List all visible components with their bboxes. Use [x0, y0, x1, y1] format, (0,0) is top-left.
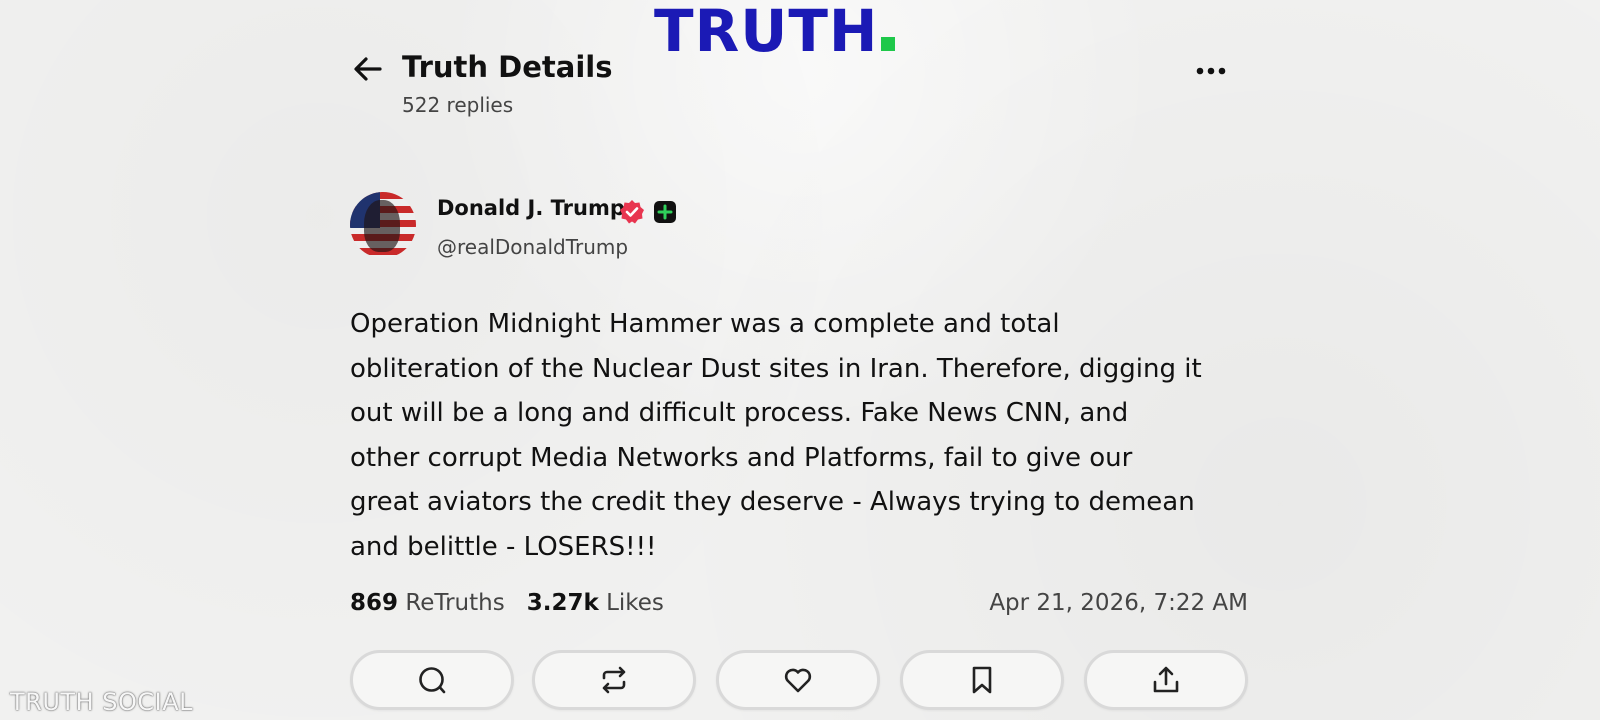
bookmark-icon [972, 666, 992, 694]
verified-badge-icon [620, 200, 644, 224]
share-button[interactable] [1084, 650, 1248, 710]
post-line: Operation Midnight Hammer was a complete… [350, 309, 1060, 339]
post-body: Operation Midnight Hammer was a complete… [350, 302, 1250, 569]
post-stats: 869 ReTruths 3.27k Likes [350, 590, 664, 616]
like-heart-icon [784, 668, 812, 693]
more-horizontal-icon[interactable] [1194, 58, 1228, 84]
share-icon [1153, 666, 1179, 693]
retruth-button[interactable] [532, 650, 696, 710]
post-line: and belittle - LOSERS!!! [350, 531, 657, 562]
truth-logo: TRUTH [654, 0, 896, 65]
likes-stat[interactable]: 3.27k Likes [527, 590, 664, 616]
reply-button[interactable] [350, 650, 514, 710]
page-title: Truth Details [402, 50, 613, 84]
truth-logo-text: TRUTH [654, 0, 879, 65]
avatar[interactable] [350, 192, 416, 258]
reply-count: 522 replies [402, 93, 514, 117]
author-name[interactable]: Donald J. Trump [437, 196, 625, 220]
author-handle[interactable]: @realDonaldTrump [437, 235, 628, 259]
arrow-left-icon[interactable] [352, 55, 384, 83]
watermark: TRUTH SOCIAL [10, 688, 193, 716]
likes-count: 3.27k [526, 590, 599, 616]
post-timestamp: Apr 21, 2026, 7:22 AM [989, 590, 1248, 616]
retruths-count: 869 [350, 590, 399, 616]
post-line: great aviators the credit they deserve -… [350, 487, 1195, 517]
retruths-stat[interactable]: 869 ReTruths [350, 590, 505, 616]
likes-label: Likes [606, 590, 664, 616]
post-line: out will be a long and difficult process… [350, 398, 1129, 428]
bookmark-button[interactable] [900, 650, 1064, 710]
post-line: other corrupt Media Networks and Platfor… [350, 442, 1133, 473]
plus-badge-icon [654, 201, 676, 223]
retruth-icon [602, 666, 626, 694]
reply-icon [419, 667, 446, 694]
post-line: obliteration of the Nuclear Dust sites i… [350, 353, 1202, 384]
like-button[interactable] [716, 650, 880, 710]
truth-logo-dot [881, 37, 896, 51]
avatar-face [364, 200, 400, 252]
retruths-label: ReTruths [405, 590, 505, 616]
